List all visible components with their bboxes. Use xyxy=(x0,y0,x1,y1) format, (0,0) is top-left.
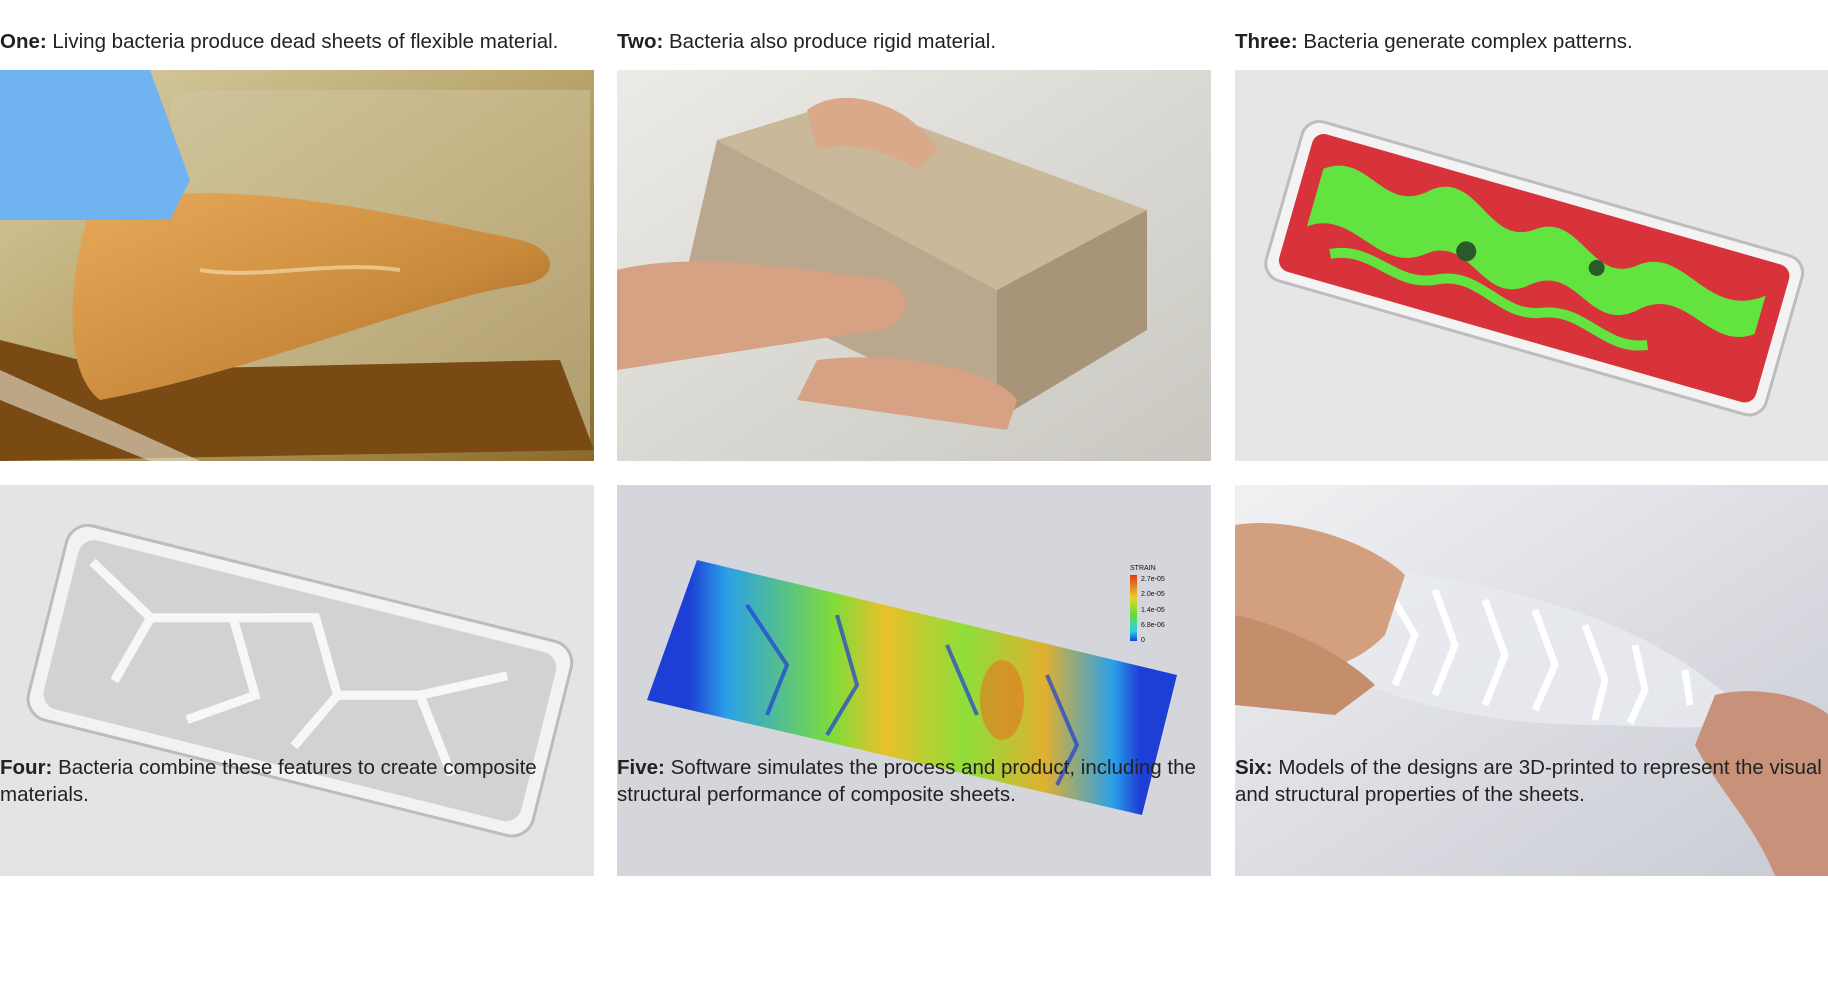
caption-one: One: Living bacteria produce dead sheets… xyxy=(0,28,596,55)
caption-text: Bacteria combine these features to creat… xyxy=(0,756,537,806)
caption-two: Two: Bacteria also produce rigid materia… xyxy=(617,28,1213,55)
caption-text: Living bacteria produce dead sheets of f… xyxy=(52,30,559,53)
caption-three: Three: Bacteria generate complex pattern… xyxy=(1235,28,1828,55)
caption-label: Six: xyxy=(1235,756,1273,779)
photo-printed-model xyxy=(1235,485,1828,876)
strain-tick: 2.7e-05 xyxy=(1141,576,1165,583)
strain-color-bar xyxy=(1130,575,1137,641)
caption-label: Five: xyxy=(617,756,665,779)
strain-tick: 0 xyxy=(1141,637,1145,644)
strain-legend-title: STRAIN xyxy=(1130,565,1156,572)
strain-tick: 1.4e-05 xyxy=(1141,607,1165,614)
photo-flexible-sheet xyxy=(0,70,594,461)
photo-composite-dish xyxy=(0,485,594,876)
photo-rigid-brick xyxy=(617,70,1211,461)
caption-four: Four: Bacteria combine these features to… xyxy=(0,754,596,808)
caption-text: Bacteria generate complex patterns. xyxy=(1303,30,1633,53)
caption-label: Two: xyxy=(617,30,664,53)
caption-label: Three: xyxy=(1235,30,1298,53)
photo-pattern-dish xyxy=(1235,70,1828,461)
strain-tick: 2.0e-05 xyxy=(1141,591,1165,598)
photo-strain-simulation: STRAIN 2.7e-05 2.0e-05 1.4e-05 6.8e-06 0 xyxy=(617,485,1211,876)
caption-text: Bacteria also produce rigid material. xyxy=(669,30,997,53)
caption-label: Four: xyxy=(0,756,53,779)
caption-text: Software simulates the process and produ… xyxy=(617,756,1196,806)
caption-six: Six: Models of the designs are 3D-printe… xyxy=(1235,754,1828,808)
caption-five: Five: Software simulates the process and… xyxy=(617,754,1213,808)
strain-tick: 6.8e-06 xyxy=(1141,622,1165,629)
caption-text: Models of the designs are 3D-printed to … xyxy=(1235,756,1822,806)
caption-label: One: xyxy=(0,30,47,53)
